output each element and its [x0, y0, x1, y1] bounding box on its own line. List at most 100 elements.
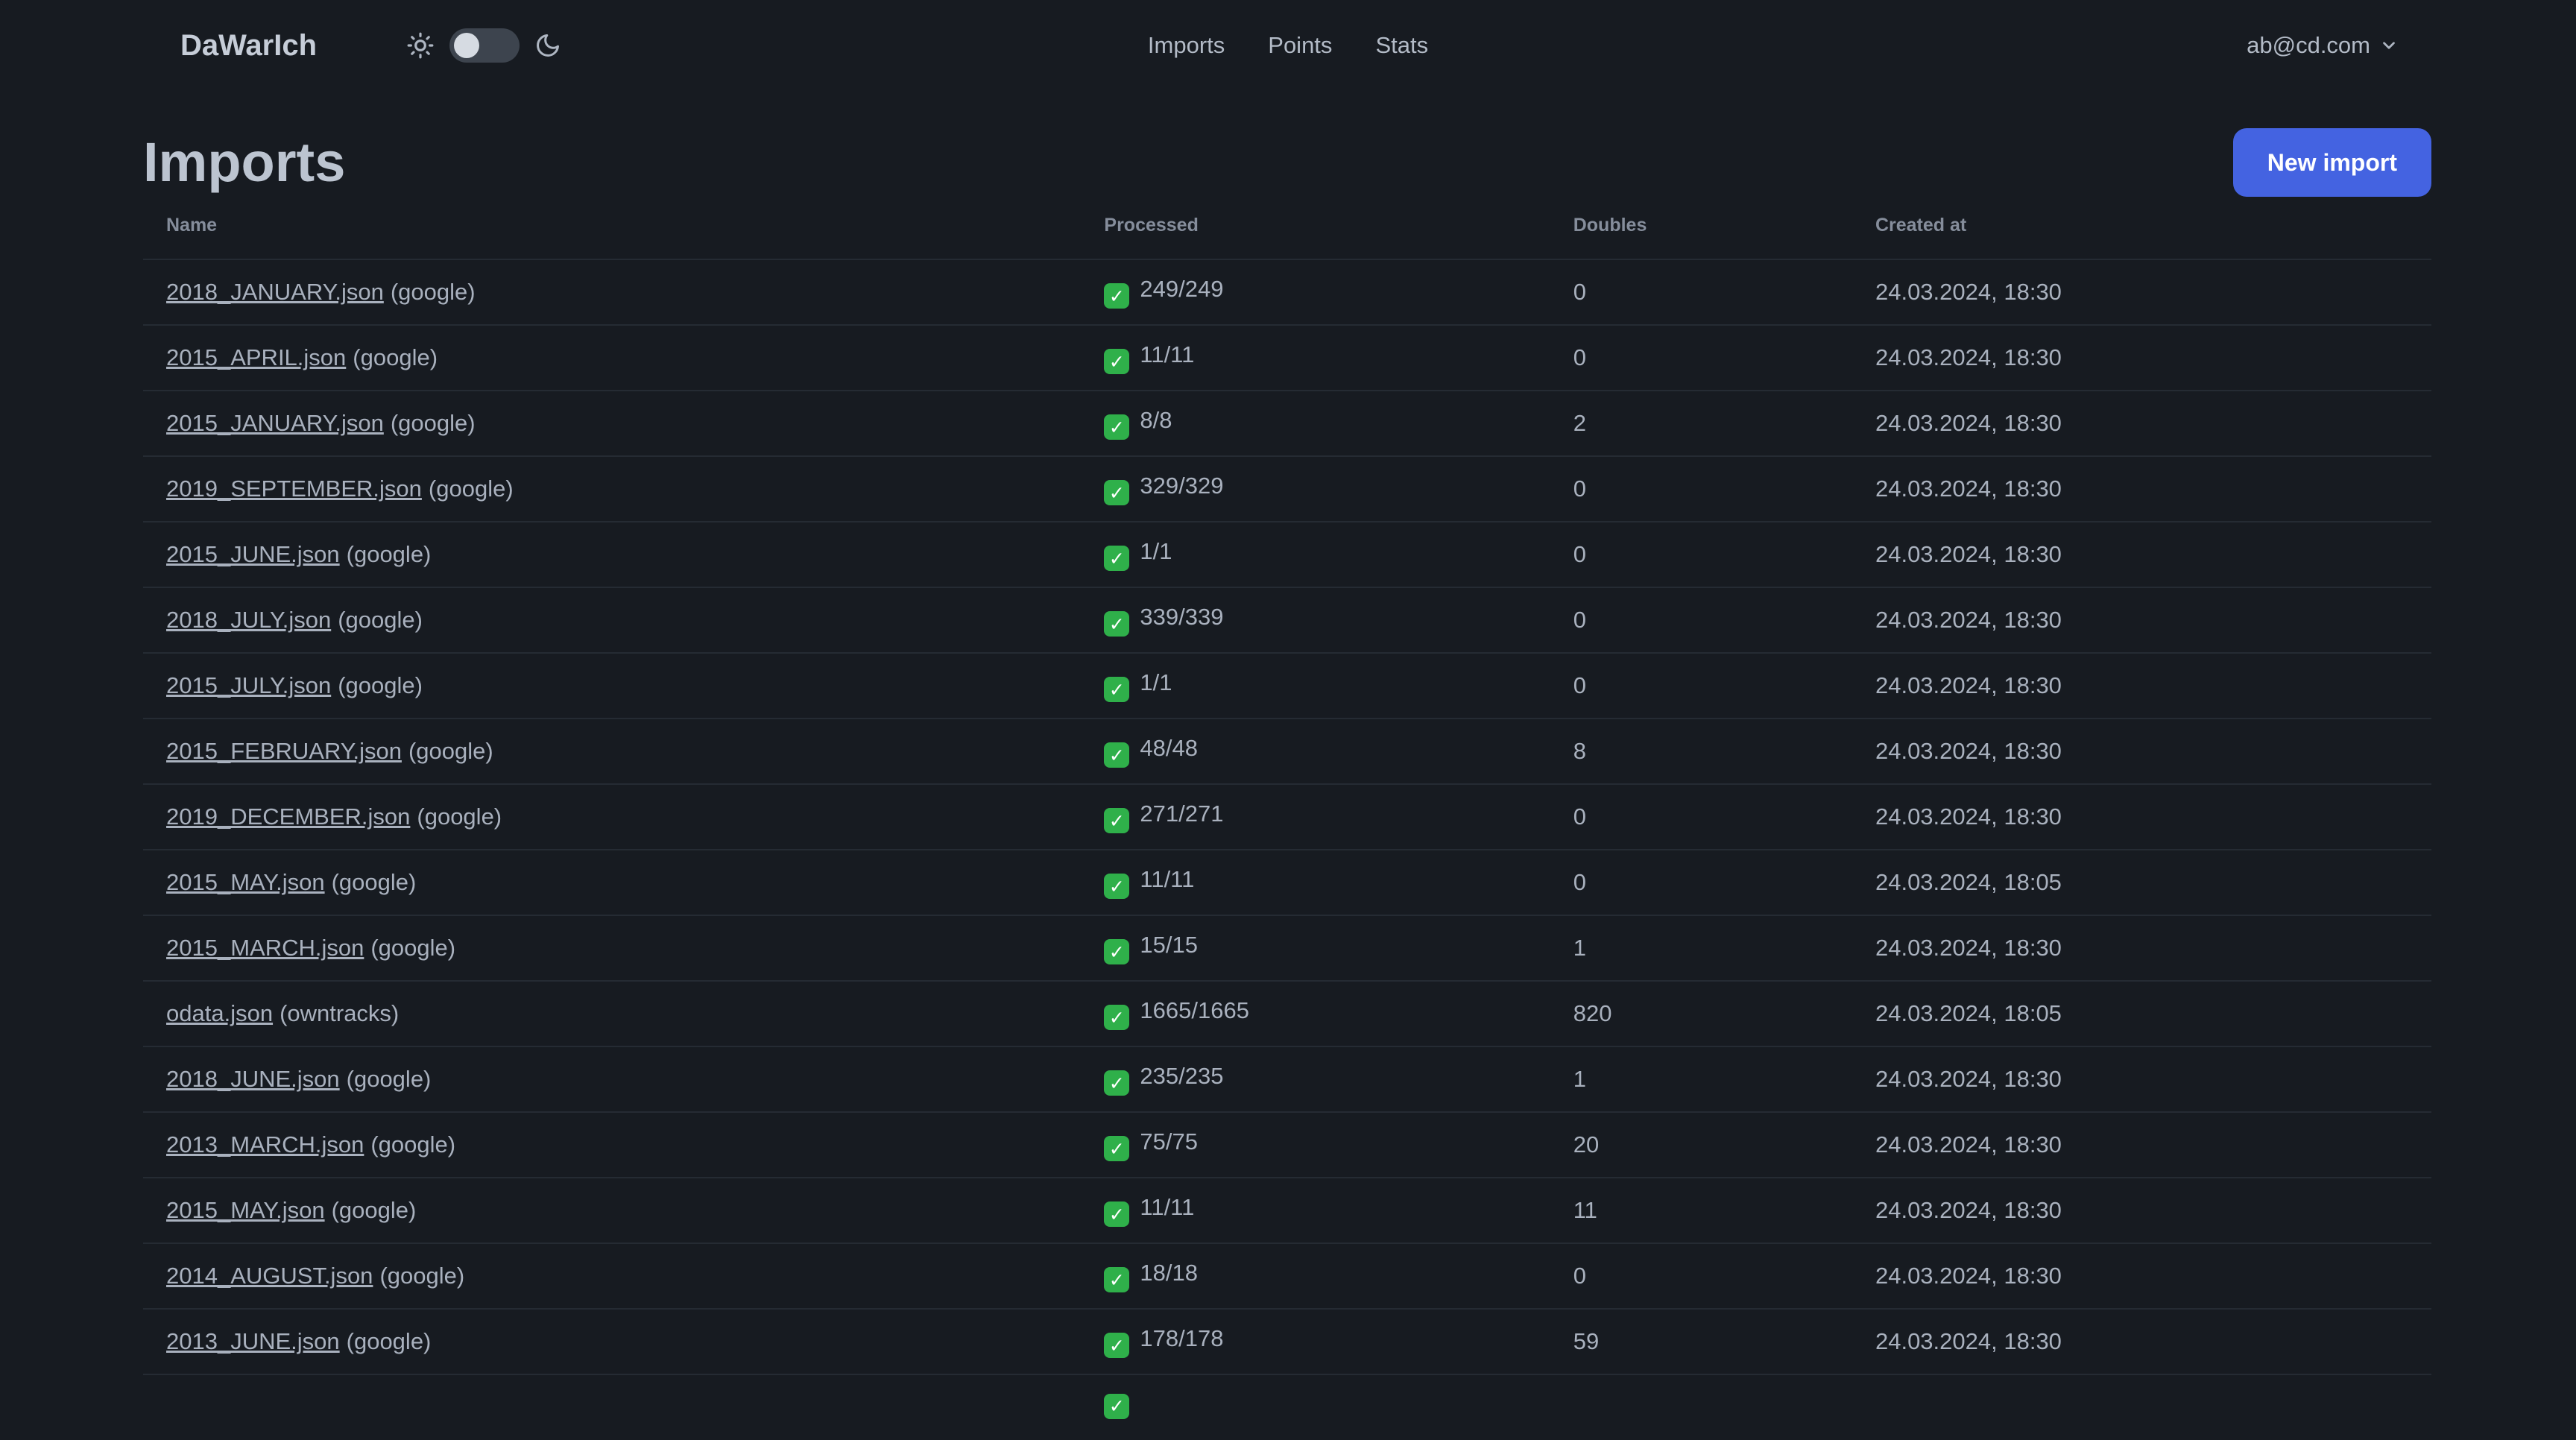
nav-link-imports[interactable]: Imports — [1148, 32, 1225, 59]
processed-cell: ✓ 48/48 — [1104, 719, 1573, 784]
theme-toggle-group — [406, 28, 561, 63]
account-email: ab@cd.com — [2247, 32, 2370, 58]
doubles-count: 59 — [1573, 1328, 1600, 1354]
created-cell: 24.03.2024, 18:30 — [1875, 456, 2431, 522]
page-title: Imports — [143, 131, 346, 193]
created-at: 24.03.2024, 18:05 — [1875, 869, 2062, 895]
import-file-link[interactable]: 2015_JANUARY.json — [166, 410, 384, 436]
doubles-cell: 0 — [1573, 587, 1875, 653]
processed-count: 11/11 — [1140, 1193, 1195, 1220]
moon-icon — [534, 32, 561, 59]
created-at: 24.03.2024, 18:30 — [1875, 672, 2062, 698]
doubles-count: 0 — [1573, 541, 1586, 567]
new-import-button[interactable]: New import — [2232, 128, 2431, 197]
doubles-cell: 1 — [1573, 1046, 1875, 1112]
import-file-link[interactable]: 2015_MARCH.json — [166, 935, 364, 961]
doubles-cell: 2 — [1573, 391, 1875, 456]
import-file-link[interactable]: odata.json — [166, 1000, 273, 1026]
doubles-cell: 0 — [1573, 259, 1875, 325]
import-source: (google) — [390, 410, 476, 436]
processed-cell: ✓ 18/18 — [1104, 1243, 1573, 1309]
doubles-count: 0 — [1573, 672, 1586, 698]
name-cell: 2018_JANUARY.json (google) — [143, 259, 1104, 325]
import-file-link[interactable]: 2013_JUNE.json — [166, 1328, 340, 1354]
created-at: 24.03.2024, 18:30 — [1875, 607, 2062, 633]
import-source: (google) — [346, 1066, 432, 1092]
import-source: (google) — [346, 1328, 432, 1354]
import-file-link[interactable]: 2015_MAY.json — [166, 869, 325, 895]
doubles-cell: 0 — [1573, 522, 1875, 587]
created-cell: 24.03.2024, 18:30 — [1875, 784, 2431, 850]
doubles-count: 11 — [1573, 1197, 1597, 1223]
table-row: 2015_JULY.json (google) ✓ 1/1 0 24.03.2024… — [143, 653, 2431, 719]
success-check-icon: ✓ — [1104, 349, 1130, 375]
name-cell: 2018_JULY.json (google) — [143, 587, 1104, 653]
success-check-icon: ✓ — [1104, 1393, 1130, 1419]
import-file-link[interactable]: 2014_AUGUST.json — [166, 1263, 373, 1289]
account-menu[interactable]: ab@cd.com — [2247, 32, 2399, 59]
created-at: 24.03.2024, 18:30 — [1875, 1131, 2062, 1158]
doubles-count: 0 — [1573, 476, 1586, 502]
name-cell: odata.json (owntracks) — [143, 981, 1104, 1046]
success-check-icon: ✓ — [1104, 939, 1130, 965]
processed-count: 1/1 — [1140, 537, 1172, 564]
import-file-link[interactable]: 2019_DECEMBER.json — [166, 803, 410, 830]
table-row: 2018_JANUARY.json (google) ✓ 249/249 0 24.… — [143, 259, 2431, 325]
doubles-cell: 0 — [1573, 784, 1875, 850]
import-source: (google) — [428, 476, 514, 502]
created-at: 24.03.2024, 18:30 — [1875, 344, 2062, 370]
import-source: (google) — [417, 803, 502, 830]
import-file-link[interactable]: 2018_JANUARY.json — [166, 279, 384, 305]
import-file-link[interactable]: 2018_JUNE.json — [166, 1066, 340, 1092]
import-file-link[interactable]: 2019_SEPTEMBER.json — [166, 476, 422, 502]
processed-cell: ✓ 1665/1665 — [1104, 981, 1573, 1046]
import-file-link[interactable]: 2015_JUNE.json — [166, 541, 340, 567]
doubles-cell: 0 — [1573, 1243, 1875, 1309]
name-cell: 2013_JUNE.json (google) — [143, 1309, 1104, 1374]
created-cell: 24.03.2024, 18:30 — [1875, 1112, 2431, 1178]
name-cell: 2015_JUNE.json (google) — [143, 522, 1104, 587]
table-row: 2019_DECEMBER.json (google) ✓ 271/271 0 24… — [143, 784, 2431, 850]
processed-count: 178/178 — [1140, 1324, 1224, 1351]
doubles-count: 8 — [1573, 738, 1586, 764]
doubles-cell: 0 — [1573, 456, 1875, 522]
processed-cell: ✓ 1/1 — [1104, 522, 1573, 587]
processed-count: 48/48 — [1140, 734, 1198, 761]
table-row: 2014_AUGUST.json (google) ✓ 18/18 0 24.03.… — [143, 1243, 2431, 1309]
created-at: 24.03.2024, 18:30 — [1875, 803, 2062, 830]
created-cell: 24.03.2024, 18:30 — [1875, 719, 2431, 784]
table-row: 2013_JUNE.json (google) ✓ 178/178 59 24.03… — [143, 1309, 2431, 1374]
import-file-link[interactable]: 2015_FEBRUARY.json — [166, 738, 402, 764]
nav-link-stats[interactable]: Stats — [1375, 32, 1428, 59]
success-check-icon: ✓ — [1104, 546, 1130, 572]
success-check-icon: ✓ — [1104, 742, 1130, 768]
import-file-link[interactable]: 2015_JULY.json — [166, 672, 331, 698]
table-row: 2015_MAY.json (google) ✓ 11/11 0 24.03.202… — [143, 850, 2431, 915]
success-check-icon: ✓ — [1104, 808, 1130, 834]
success-check-icon: ✓ — [1104, 1005, 1130, 1031]
success-check-icon: ✓ — [1104, 283, 1130, 309]
brand[interactable]: DaWarIch — [180, 29, 317, 63]
processed-cell: ✓ 11/11 — [1104, 850, 1573, 915]
import-file-link[interactable]: 2018_JULY.json — [166, 607, 331, 633]
created-cell: 24.03.2024, 18:30 — [1875, 1046, 2431, 1112]
processed-count: 249/249 — [1140, 275, 1224, 302]
theme-toggle[interactable] — [449, 28, 520, 63]
navbar: DaWarIch Imports Points Stats ab@cd.com — [0, 0, 2576, 91]
success-check-icon: ✓ — [1104, 874, 1130, 900]
import-source: (google) — [338, 607, 423, 633]
name-cell: 2014_AUGUST.json (google) — [143, 1243, 1104, 1309]
import-file-link[interactable]: 2015_APRIL.json — [166, 344, 346, 370]
nav-link-points[interactable]: Points — [1268, 32, 1332, 59]
table-row: 2015_JUNE.json (google) ✓ 1/1 0 24.03.2024… — [143, 522, 2431, 587]
import-source: (google) — [408, 738, 493, 764]
table-row: 2015_MARCH.json (google) ✓ 15/15 1 24.03.2… — [143, 915, 2431, 981]
table-row: ✓ — [143, 1374, 2431, 1440]
import-file-link[interactable]: 2013_MARCH.json — [166, 1131, 364, 1158]
import-source: (google) — [331, 869, 417, 895]
created-at: 24.03.2024, 18:30 — [1875, 738, 2062, 764]
created-at: 24.03.2024, 18:30 — [1875, 1328, 2062, 1354]
processed-cell: ✓ — [1104, 1374, 1573, 1440]
import-file-link[interactable]: 2015_MAY.json — [166, 1197, 325, 1223]
doubles-count: 820 — [1573, 1000, 1612, 1026]
